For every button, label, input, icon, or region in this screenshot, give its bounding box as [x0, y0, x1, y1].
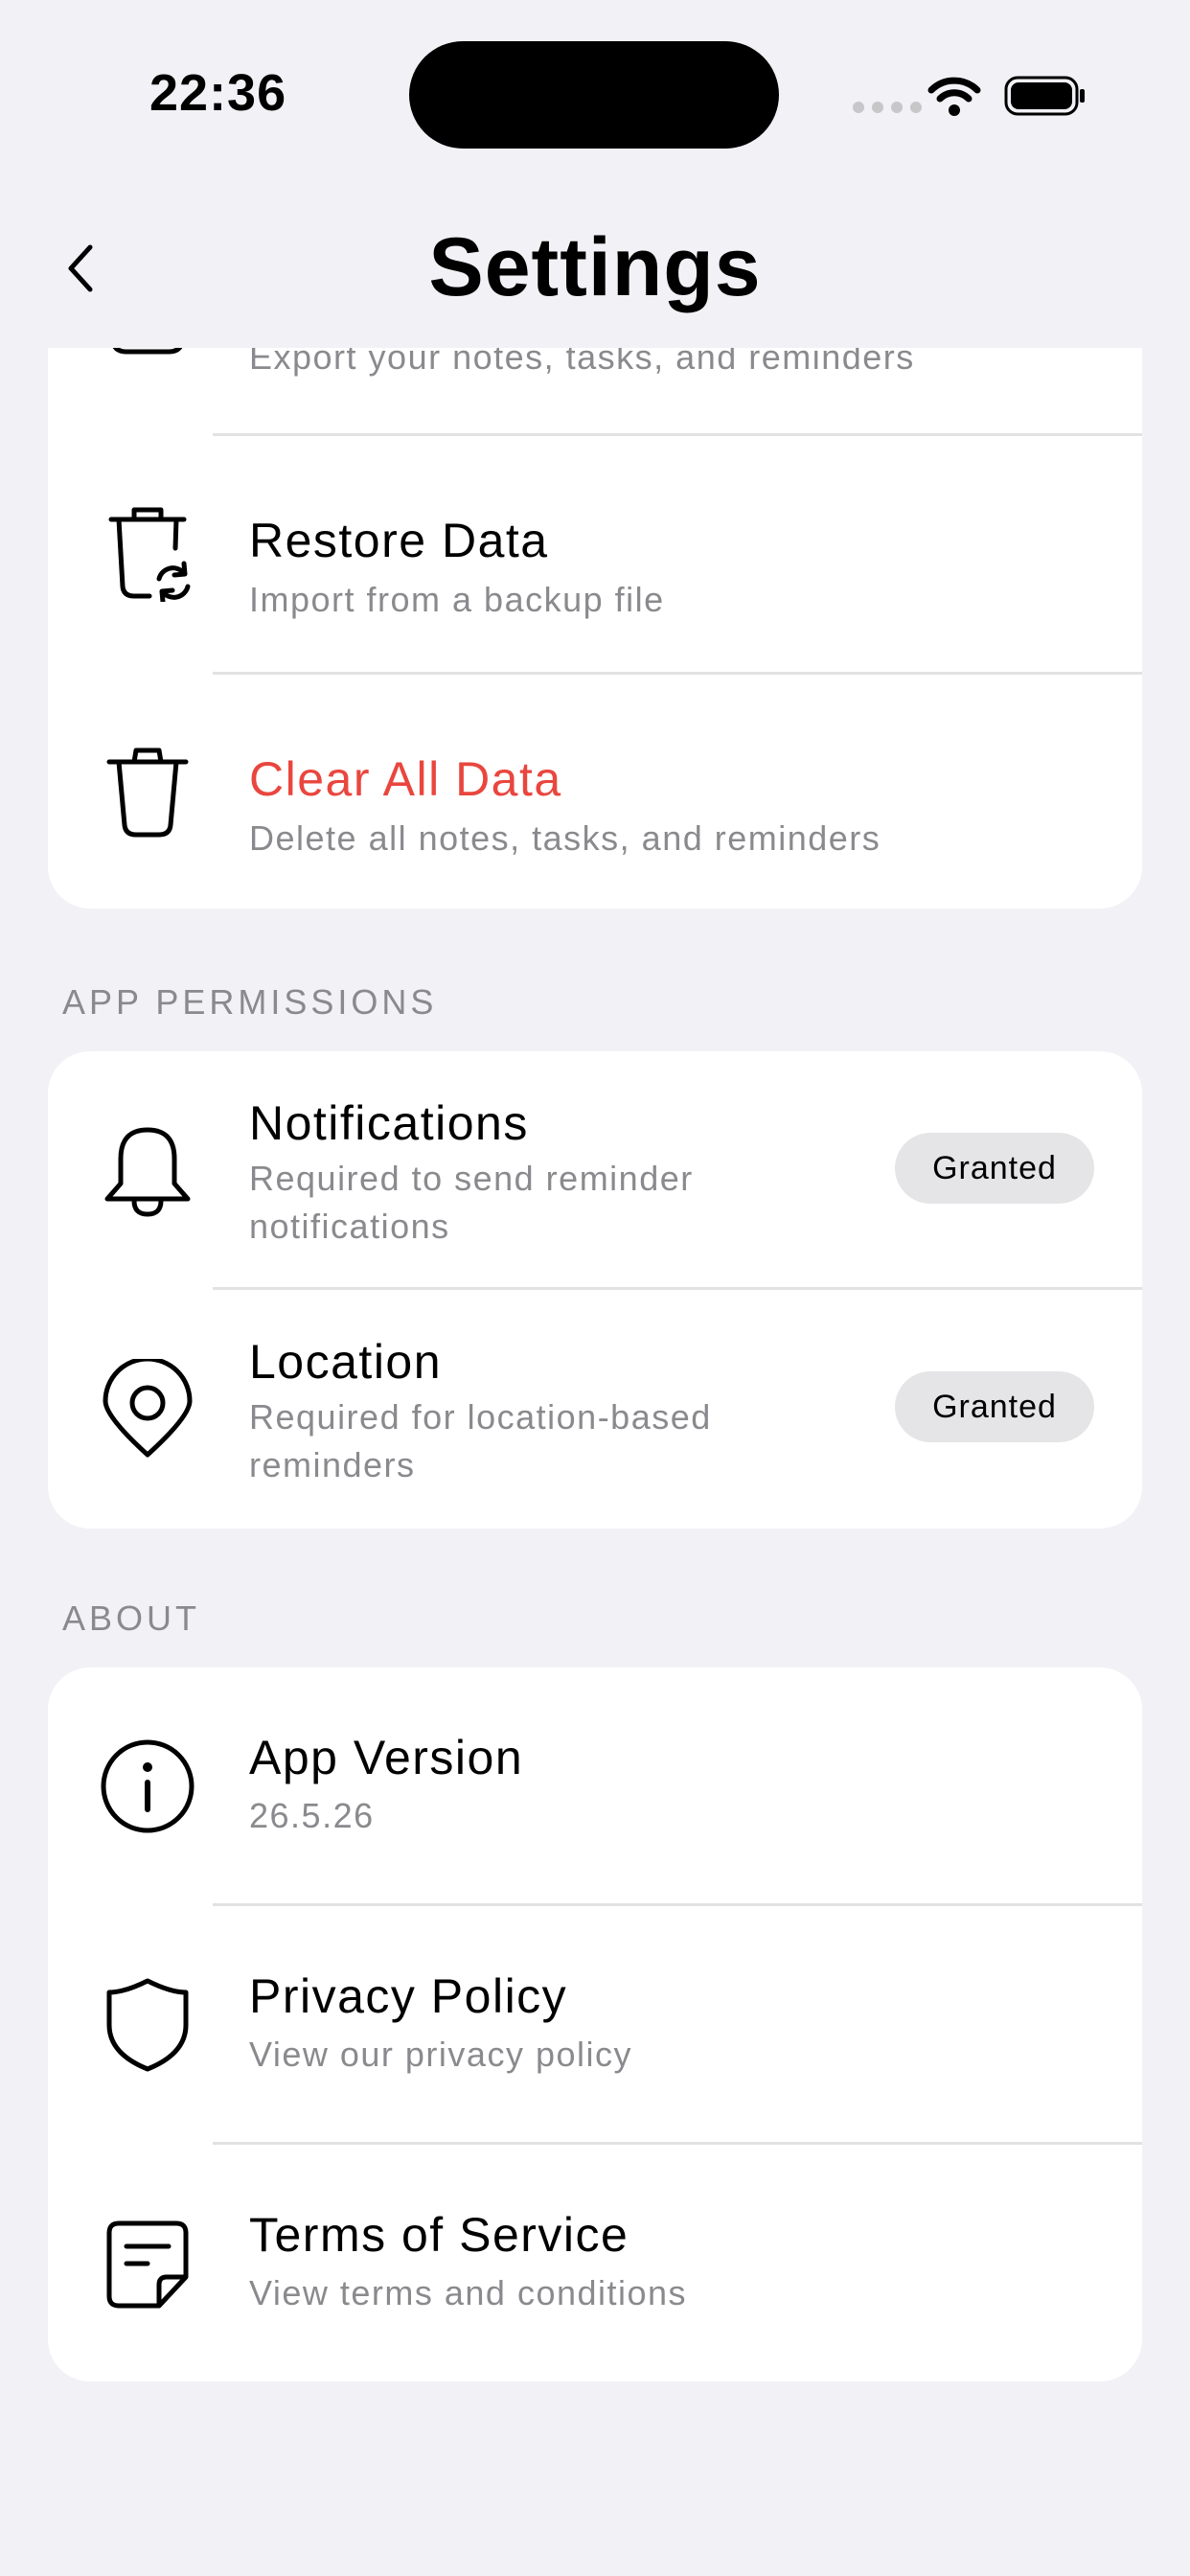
app-permissions-card: Notifications Required to send reminder …	[48, 1051, 1142, 1529]
document-icon	[106, 2220, 189, 2309]
app-version-value: 26.5.26	[249, 1796, 375, 1835]
page-title: Settings	[428, 221, 762, 313]
clear-all-data-label: Clear All Data	[249, 752, 562, 806]
status-time: 22:36	[149, 64, 287, 122]
location-label: Location	[249, 1335, 443, 1389]
location-description-line1: Required for location-based	[249, 1397, 712, 1437]
trash-restore-icon	[108, 507, 191, 602]
privacy-policy-row[interactable]: Privacy Policy View our privacy policy	[48, 1906, 1142, 2145]
info-icon	[101, 1739, 195, 1833]
navigation-bar: Settings	[0, 192, 1190, 348]
data-management-card: Export your notes, tasks, and reminders …	[48, 348, 1142, 908]
notifications-permission-row[interactable]: Notifications Required to send reminder …	[48, 1051, 1142, 1290]
section-header-about: ABOUT	[62, 1598, 201, 1638]
dynamic-island	[409, 41, 779, 149]
privacy-policy-description: View our privacy policy	[249, 2035, 632, 2074]
shield-icon	[106, 1978, 189, 2072]
terms-of-service-label: Terms of Service	[249, 2208, 629, 2262]
notifications-status-badge: Granted	[895, 1133, 1094, 1204]
section-header-app-permissions: APP PERMISSIONS	[62, 982, 438, 1022]
clear-all-data-description: Delete all notes, tasks, and reminders	[249, 818, 881, 858]
clear-all-data-row[interactable]: Clear All Data Delete all notes, tasks, …	[48, 675, 1142, 908]
bell-icon	[104, 1127, 191, 1217]
export-data-description: Export your notes, tasks, and reminders	[249, 348, 915, 377]
battery-icon	[1004, 76, 1085, 116]
location-status-badge: Granted	[895, 1371, 1094, 1442]
terms-of-service-description: View terms and conditions	[249, 2273, 688, 2312]
location-description-line2: reminders	[249, 1445, 416, 1484]
cellular-signal-icon	[853, 102, 922, 113]
location-pin-icon	[103, 1359, 193, 1458]
restore-data-description: Import from a backup file	[249, 580, 665, 619]
export-icon	[112, 348, 183, 355]
app-version-label: App Version	[249, 1731, 524, 1784]
wifi-icon	[927, 77, 981, 116]
notifications-description-line1: Required to send reminder	[249, 1159, 694, 1198]
terms-of-service-row[interactable]: Terms of Service View terms and conditio…	[48, 2145, 1142, 2381]
restore-data-row[interactable]: Restore Data Import from a backup file	[48, 436, 1142, 675]
trash-icon	[106, 748, 189, 838]
settings-scroll-content[interactable]: Export your notes, tasks, and reminders …	[0, 348, 1190, 2576]
app-version-row: App Version 26.5.26	[48, 1668, 1142, 1906]
privacy-policy-label: Privacy Policy	[249, 1969, 568, 2023]
notifications-label: Notifications	[249, 1096, 529, 1150]
notifications-description-line2: notifications	[249, 1207, 450, 1246]
about-card: App Version 26.5.26 Privacy Policy View …	[48, 1668, 1142, 2381]
location-permission-row[interactable]: Location Required for location-based rem…	[48, 1290, 1142, 1529]
restore-data-label: Restore Data	[249, 514, 549, 567]
status-bar: 22:36	[0, 0, 1190, 192]
